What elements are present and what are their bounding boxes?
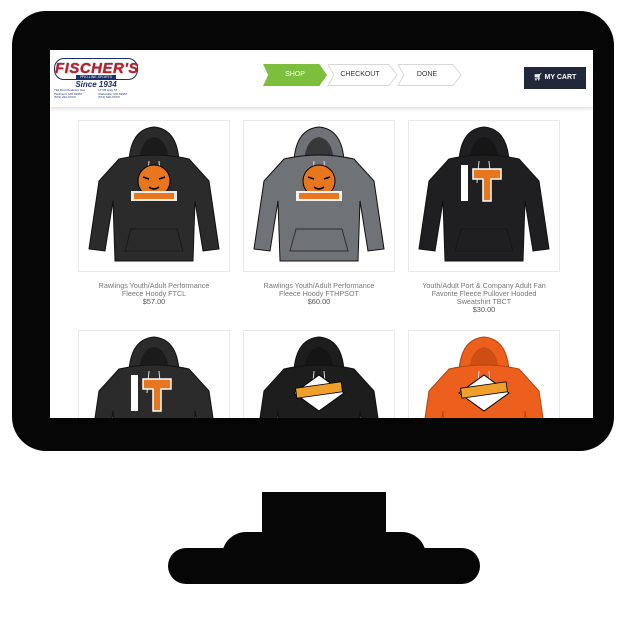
address-line: (573) 649-XXXX: [98, 95, 120, 100]
product-info[interactable]: Youth/Adult Port & Company Adult Fan Fav…: [399, 282, 569, 314]
cart-icon: 🛒︎: [533, 74, 543, 81]
hoodie-image: [253, 126, 385, 262]
hoodie-image: [88, 126, 220, 262]
monitor-stand-base: [168, 548, 480, 584]
product-card[interactable]: [243, 120, 395, 272]
hoodie-image: [424, 336, 544, 418]
logo-address-left: 736 First Piedmont Ave Piedmont, MO 6395…: [54, 88, 94, 100]
product-price: $30.00: [472, 305, 496, 314]
hoodie-image: [94, 336, 214, 418]
product-info[interactable]: Rawlings Youth/Adult Performance Fleece …: [69, 282, 239, 306]
product-card[interactable]: [78, 120, 230, 272]
store-logo[interactable]: FISCHER'S PRO-LINE SPORTS Since 1934 736…: [54, 58, 138, 100]
store-header: FISCHER'S PRO-LINE SPORTS Since 1934 736…: [50, 50, 593, 107]
step-checkout[interactable]: CHECKOUT: [323, 64, 397, 86]
product-card[interactable]: [243, 330, 395, 418]
cart-button-label: MY CART: [544, 74, 577, 81]
step-shop[interactable]: SHOP: [263, 64, 327, 86]
hoodie-image: [259, 336, 379, 418]
hoodie-image: [418, 126, 550, 262]
product-card[interactable]: [408, 120, 560, 272]
product-price: $60.00: [307, 297, 331, 306]
product-card[interactable]: [78, 330, 230, 418]
product-price: $57.00: [142, 297, 166, 306]
my-cart-button[interactable]: 🛒︎ MY CART: [524, 67, 586, 89]
product-card[interactable]: [408, 330, 560, 418]
logo-address-right: 17735 Hwy 67 Clarksville, MO 63957 (573)…: [98, 88, 138, 100]
address-line: (573) 223-XXXX: [54, 95, 76, 100]
step-done[interactable]: DONE: [393, 64, 461, 86]
product-info[interactable]: Rawlings Youth/Adult Performance Fleece …: [234, 282, 404, 306]
browser-screen: FISCHER'S PRO-LINE SPORTS Since 1934 736…: [50, 50, 593, 418]
